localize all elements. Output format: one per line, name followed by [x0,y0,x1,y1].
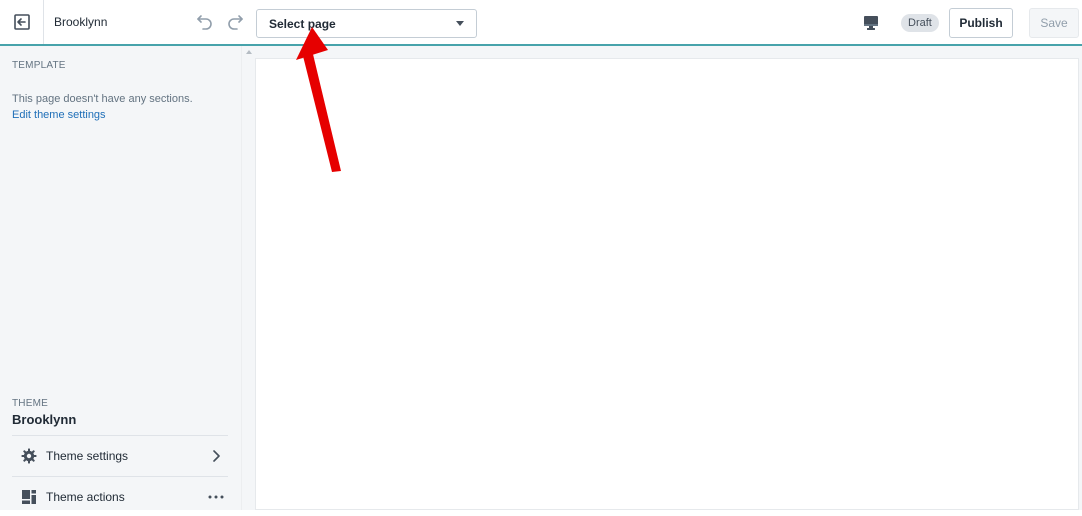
exit-button[interactable] [0,0,44,44]
chevron-right-icon [204,449,228,462]
no-sections-message: This page doesn't have any sections. [12,93,193,105]
undo-icon [197,15,212,30]
theme-heading: THEME [12,398,48,409]
redo-button[interactable] [224,11,246,33]
save-button[interactable]: Save [1029,8,1079,38]
redo-icon [228,15,243,30]
exit-icon [13,14,30,30]
page-select[interactable]: Select page [256,9,477,38]
scroll-up-arrow-icon [246,50,252,54]
publish-button[interactable]: Publish [949,8,1013,38]
theme-settings-label: Theme settings [46,448,129,463]
desktop-icon [864,16,878,30]
theme-name: Brooklynn [54,15,108,29]
preview-area [255,46,1082,510]
theme-actions-item[interactable]: Theme actions [12,476,228,516]
caret-down-icon [456,21,464,26]
undo-button[interactable] [194,11,216,33]
layout-icon [14,487,44,507]
top-bar: Brooklynn Select page Draft Publish Save [0,0,1082,46]
theme-title: Brooklynn [12,412,77,427]
sidebar: TEMPLATE This page doesn't have any sect… [0,46,241,510]
device-preview-button[interactable] [860,12,882,34]
edit-theme-settings-link[interactable]: Edit theme settings [12,109,106,121]
theme-actions-label: Theme actions [46,489,125,504]
page-select-value: Select page [269,16,336,31]
template-heading: TEMPLATE [12,60,66,71]
sidebar-scrollbar[interactable] [241,46,255,510]
gear-icon [14,446,44,466]
preview-frame[interactable] [255,58,1079,510]
more-horizontal-icon[interactable] [204,495,228,499]
theme-settings-item[interactable]: Theme settings [12,435,228,475]
draft-badge: Draft [901,14,939,32]
